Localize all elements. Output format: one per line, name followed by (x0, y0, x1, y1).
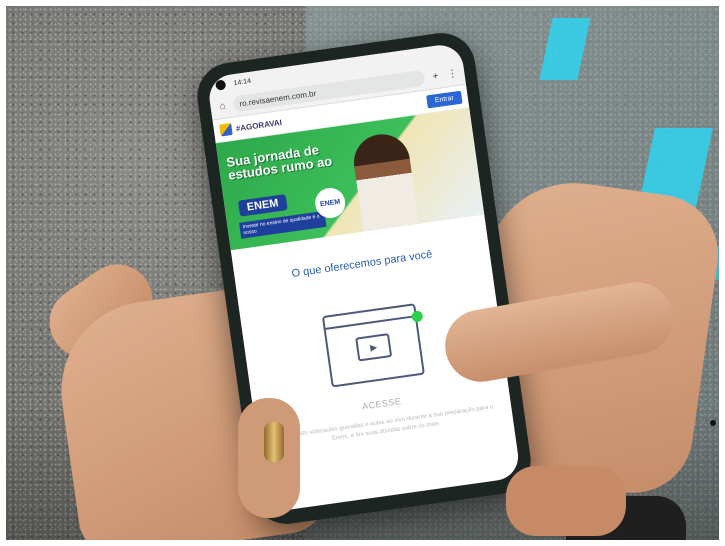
section-title: O que oferecemos para você (290, 248, 434, 280)
login-button[interactable]: Entrar (426, 90, 463, 108)
banner-subline: Investir no ensino de qualidade é o noss… (239, 210, 327, 239)
gold-ring (264, 422, 284, 462)
banner-headline: Sua jornada de estudos rumo ao (225, 142, 334, 183)
home-icon[interactable]: ⌂ (216, 100, 229, 113)
green-dot-indicator (411, 310, 424, 323)
logo-icon (219, 122, 233, 137)
menu-icon[interactable]: ⋮ (446, 67, 459, 80)
site-logo[interactable]: #AGORAVAI (219, 116, 282, 137)
banner-exam-label: ENEM (237, 194, 288, 217)
video-lesson-illustration: ▶ (321, 303, 425, 388)
student-photo (350, 130, 419, 232)
stray-dot (710, 420, 716, 426)
new-tab-icon[interactable]: + (429, 70, 442, 83)
photo-scene: 14:14 ⌂ ro.revisaenem.com.br + ⋮ #AGORAV… (6, 6, 719, 540)
site-tag: #AGORAVAI (235, 117, 283, 133)
status-time: 14:14 (233, 77, 252, 87)
play-icon: ▶ (355, 333, 393, 362)
right-hand-finger (506, 466, 626, 536)
